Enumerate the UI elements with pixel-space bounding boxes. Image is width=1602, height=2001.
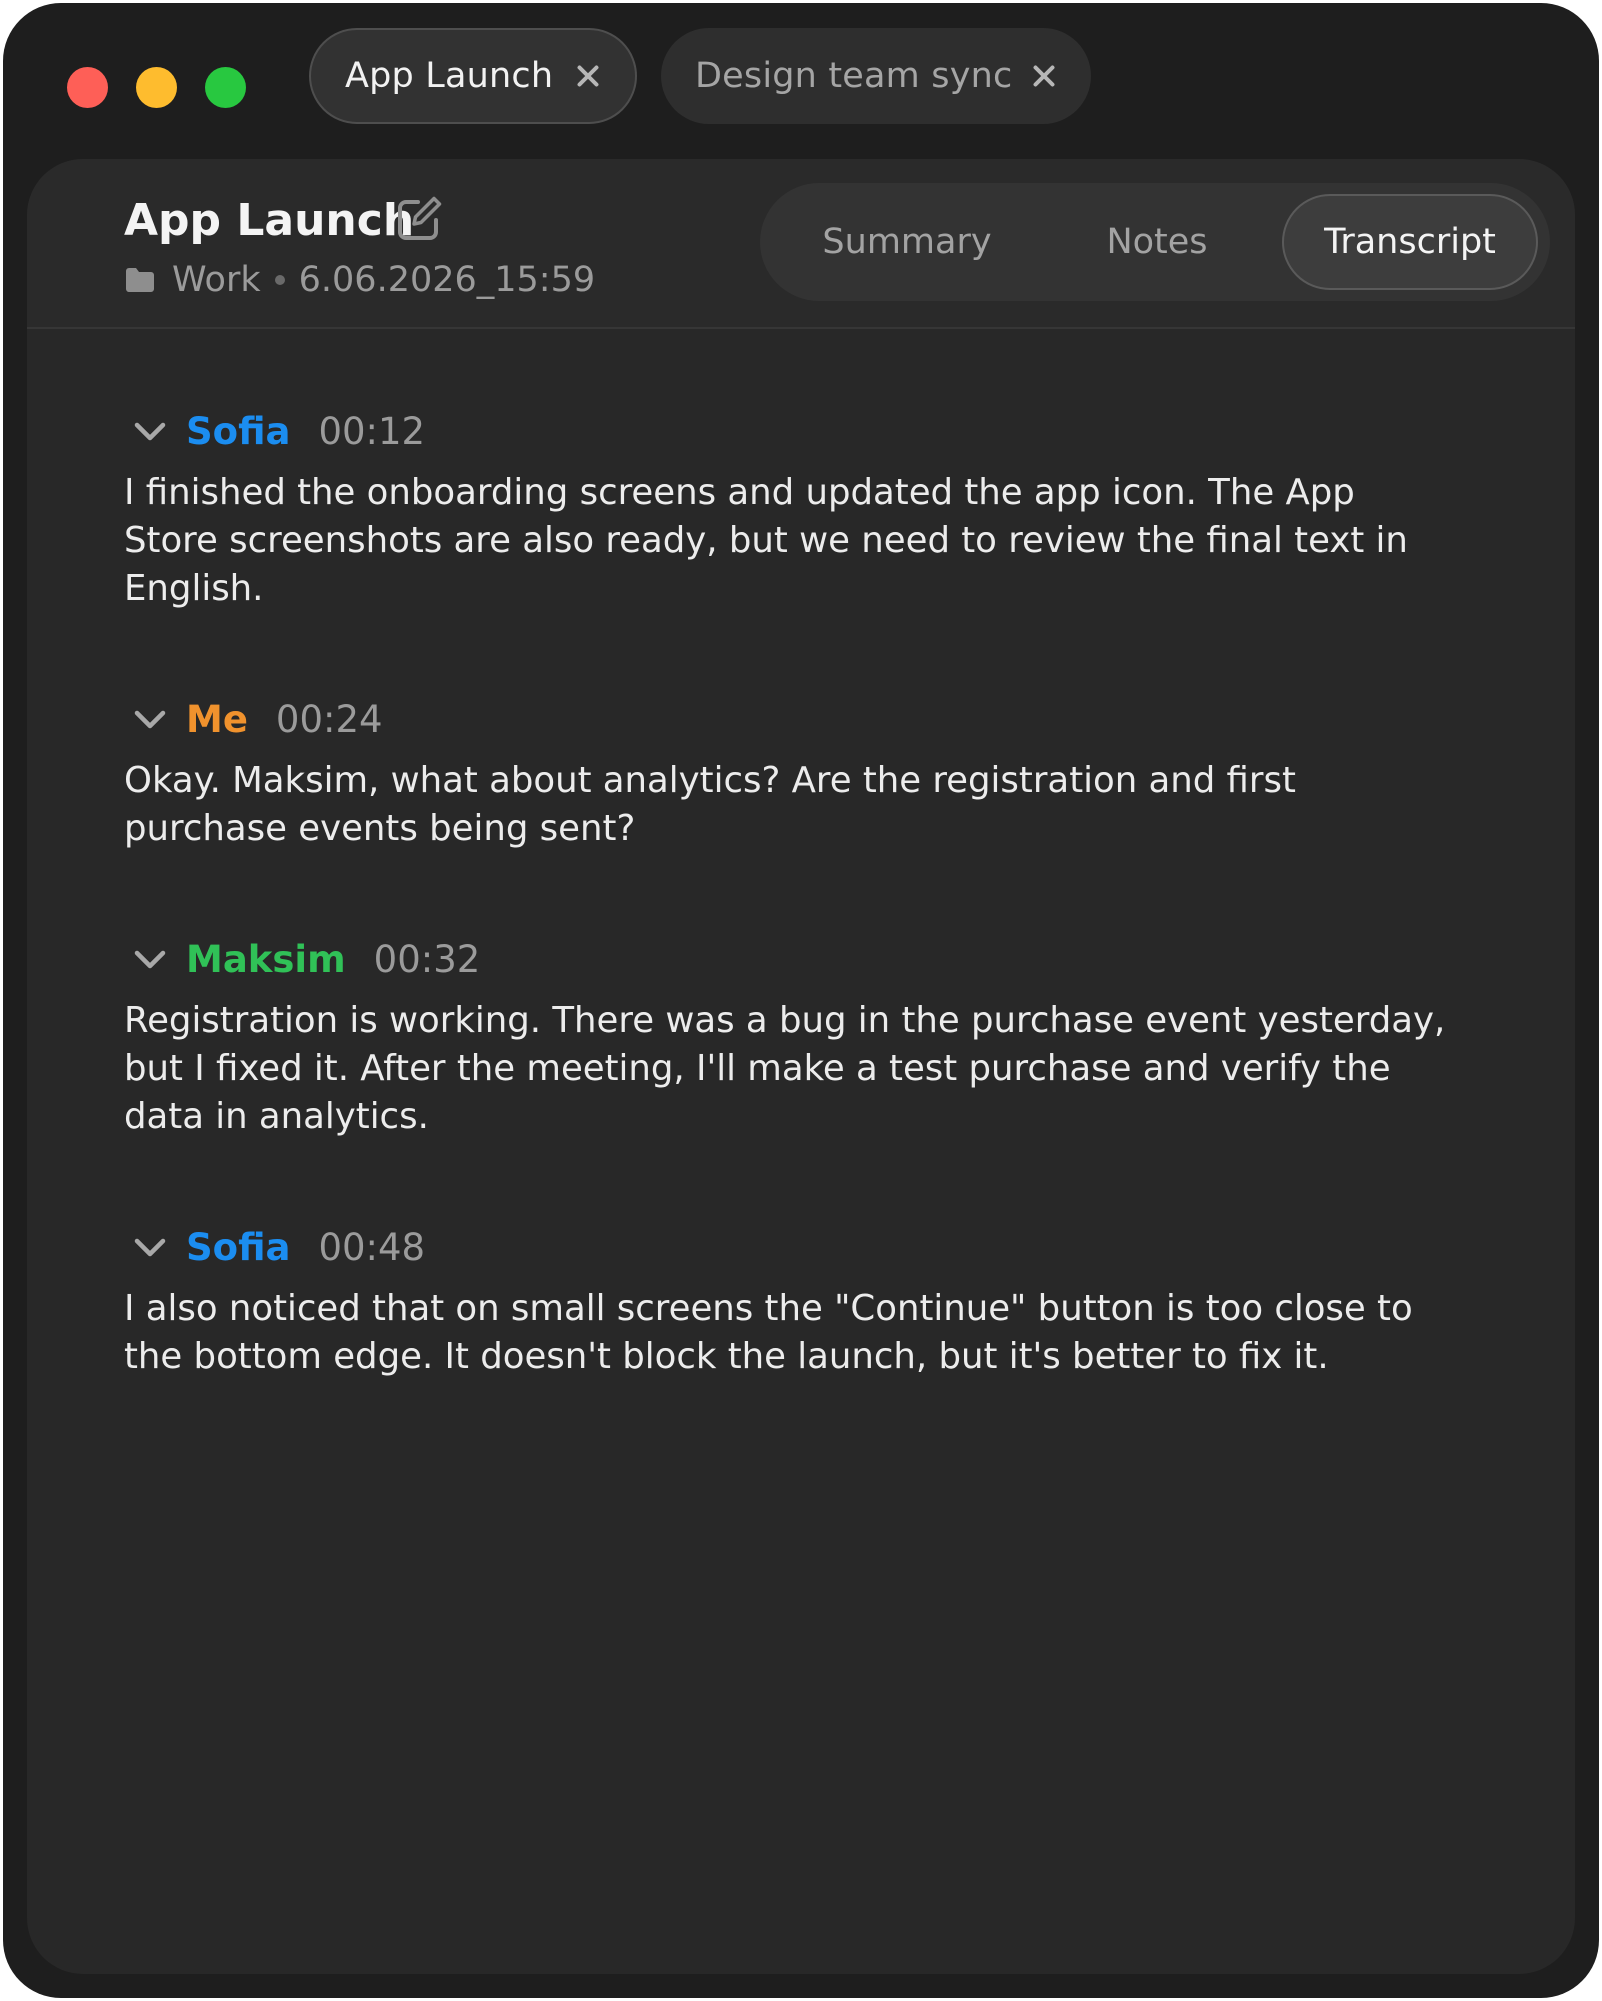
speaker-name: Sofia [186, 1225, 291, 1269]
tab-transcript[interactable]: Transcript [1282, 194, 1538, 290]
close-window-button[interactable] [67, 67, 108, 108]
utterance-text: Okay. Maksim, what about analytics? Are … [124, 760, 1296, 849]
app-window: App Launch Design team sync App Launch W… [3, 3, 1599, 1998]
view-switcher: Summary Notes Transcript [760, 183, 1550, 301]
window-controls [67, 67, 246, 108]
entry-header: Sofia 00:12 [124, 401, 1464, 461]
entry-header: Me 00:24 [124, 689, 1464, 749]
tab-label: App Launch [345, 56, 554, 96]
separator-dot [274, 275, 285, 285]
tab-summary[interactable]: Summary [782, 194, 1032, 290]
tab-notes[interactable]: Notes [1042, 194, 1272, 290]
transcript-entry: Me 00:24 Okay. Maksim, what about analyt… [124, 689, 1464, 853]
meeting-panel: App Launch Work 6.06.2026_15:59 Summary … [27, 159, 1575, 1974]
utterance-text: I finished the onboarding screens and up… [124, 472, 1408, 609]
folder-name[interactable]: Work [172, 260, 261, 300]
timestamp[interactable]: 00:48 [318, 1226, 425, 1269]
timestamp[interactable]: 00:32 [374, 938, 481, 981]
chevron-down-icon[interactable] [128, 409, 172, 453]
close-tab-icon[interactable] [1031, 63, 1057, 89]
minimize-window-button[interactable] [136, 67, 177, 108]
entry-header: Sofia 00:48 [124, 1217, 1464, 1277]
chevron-down-icon[interactable] [128, 937, 172, 981]
meeting-header: App Launch Work 6.06.2026_15:59 Summary … [27, 159, 1575, 329]
entry-header: Maksim 00:32 [124, 929, 1464, 989]
tab-design-team-sync[interactable]: Design team sync [661, 28, 1091, 124]
speaker-name: Maksim [186, 937, 346, 981]
transcript-entry: Sofia 00:48 I also noticed that on small… [124, 1217, 1464, 1381]
timestamp[interactable]: 00:12 [318, 410, 425, 453]
zoom-window-button[interactable] [205, 67, 246, 108]
tab-app-launch[interactable]: App Launch [309, 28, 637, 124]
close-tab-icon[interactable] [575, 63, 601, 89]
chevron-down-icon[interactable] [128, 1225, 172, 1269]
speaker-name: Me [186, 697, 248, 741]
tab-label: Design team sync [695, 56, 1013, 96]
speaker-name: Sofia [186, 409, 291, 453]
transcript-entry: Maksim 00:32 Registration is working. Th… [124, 929, 1464, 1141]
chevron-down-icon[interactable] [128, 697, 172, 741]
meeting-title: App Launch [124, 195, 415, 246]
utterance-text: Registration is working. There was a bug… [124, 1000, 1446, 1137]
meeting-meta: Work 6.06.2026_15:59 [124, 260, 595, 300]
edit-icon[interactable] [394, 194, 444, 244]
timestamp[interactable]: 00:24 [276, 698, 383, 741]
meeting-date: 6.06.2026_15:59 [298, 260, 596, 300]
folder-icon [126, 268, 154, 292]
utterance-text: I also noticed that on small screens the… [124, 1288, 1413, 1377]
transcript-entry: Sofia 00:12 I finished the onboarding sc… [124, 401, 1464, 613]
